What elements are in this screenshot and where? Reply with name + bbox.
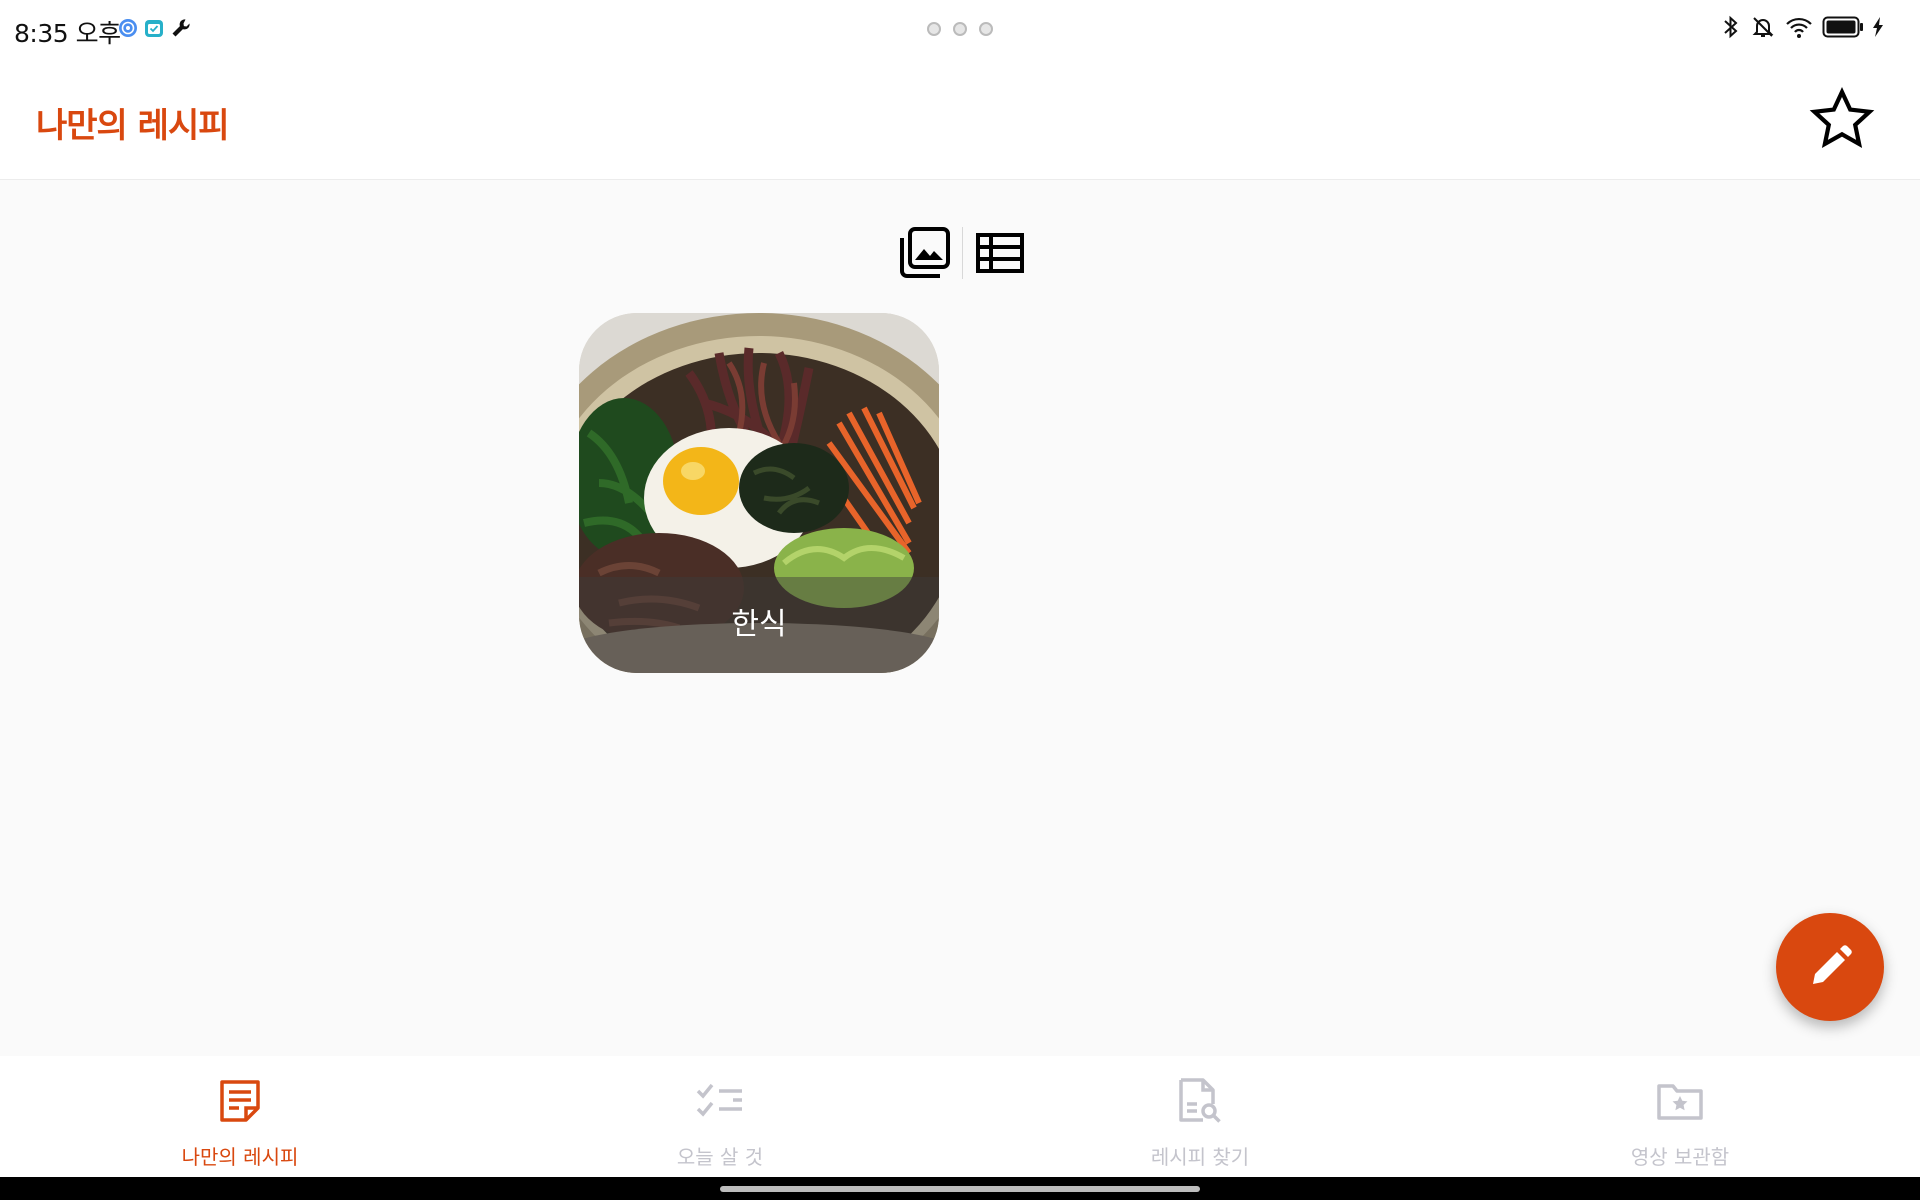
- status-indicators: [1720, 14, 1884, 44]
- battery-icon: [1822, 15, 1864, 43]
- status-time: 8:35 오후: [14, 19, 121, 48]
- document-search-icon: [1174, 1075, 1226, 1127]
- list-view-icon: [976, 233, 1024, 273]
- app-bar: 나만의 레시피: [0, 60, 1920, 180]
- nav-label: 나만의 레시피: [181, 1145, 299, 1169]
- target-app-icon: [118, 18, 138, 42]
- bottom-navigation: 나만의 레시피 오늘 살 것 레시피 찾기 영상 보관함: [0, 1056, 1920, 1177]
- recipe-note-icon: [214, 1075, 266, 1127]
- gallery-view-icon: [900, 227, 950, 278]
- status-app-icons: [118, 17, 192, 43]
- list-view-button[interactable]: [971, 224, 1029, 282]
- nav-label: 오늘 살 것: [676, 1145, 764, 1169]
- bluetooth-icon: [1720, 14, 1742, 44]
- nav-label: 영상 보관함: [1630, 1145, 1730, 1169]
- category-card[interactable]: 한식: [579, 313, 939, 673]
- nav-item-shopping-list[interactable]: 오늘 살 것: [480, 1056, 960, 1177]
- nav-item-my-recipes[interactable]: 나만의 레시피: [0, 1056, 480, 1177]
- calendar-app-icon: [144, 18, 164, 42]
- toggle-divider: [962, 227, 963, 279]
- star-outline-icon: [1809, 87, 1875, 148]
- gallery-view-button[interactable]: [896, 224, 954, 282]
- checklist-icon: [694, 1075, 746, 1127]
- home-gesture-handle[interactable]: [720, 1186, 1200, 1192]
- pencil-icon: [1813, 945, 1852, 984]
- nav-label: 레시피 찾기: [1150, 1145, 1250, 1169]
- status-bar: 8:35 오후: [0, 0, 1920, 60]
- page-title: 나만의 레시피: [36, 106, 230, 146]
- view-toggle: [896, 224, 1029, 282]
- new-recipe-fab[interactable]: [1776, 913, 1884, 1021]
- notifications-off-icon: [1750, 14, 1776, 44]
- multi-window-dots[interactable]: [927, 22, 993, 36]
- wrench-icon: [170, 17, 192, 43]
- system-gesture-area: [0, 1177, 1920, 1200]
- nav-item-video-archive[interactable]: 영상 보관함: [1440, 1056, 1920, 1177]
- wifi-icon: [1784, 14, 1814, 44]
- charging-icon: [1872, 16, 1884, 42]
- star-folder-icon: [1654, 1075, 1706, 1127]
- nav-item-find-recipes[interactable]: 레시피 찾기: [960, 1056, 1440, 1177]
- favorites-button[interactable]: [1808, 86, 1876, 154]
- category-label: 한식: [731, 607, 787, 642]
- screen: 8:35 오후 나만의 레시피 한식 나만의 레시피 오늘 살 것 레시피 찾기…: [0, 0, 1920, 1200]
